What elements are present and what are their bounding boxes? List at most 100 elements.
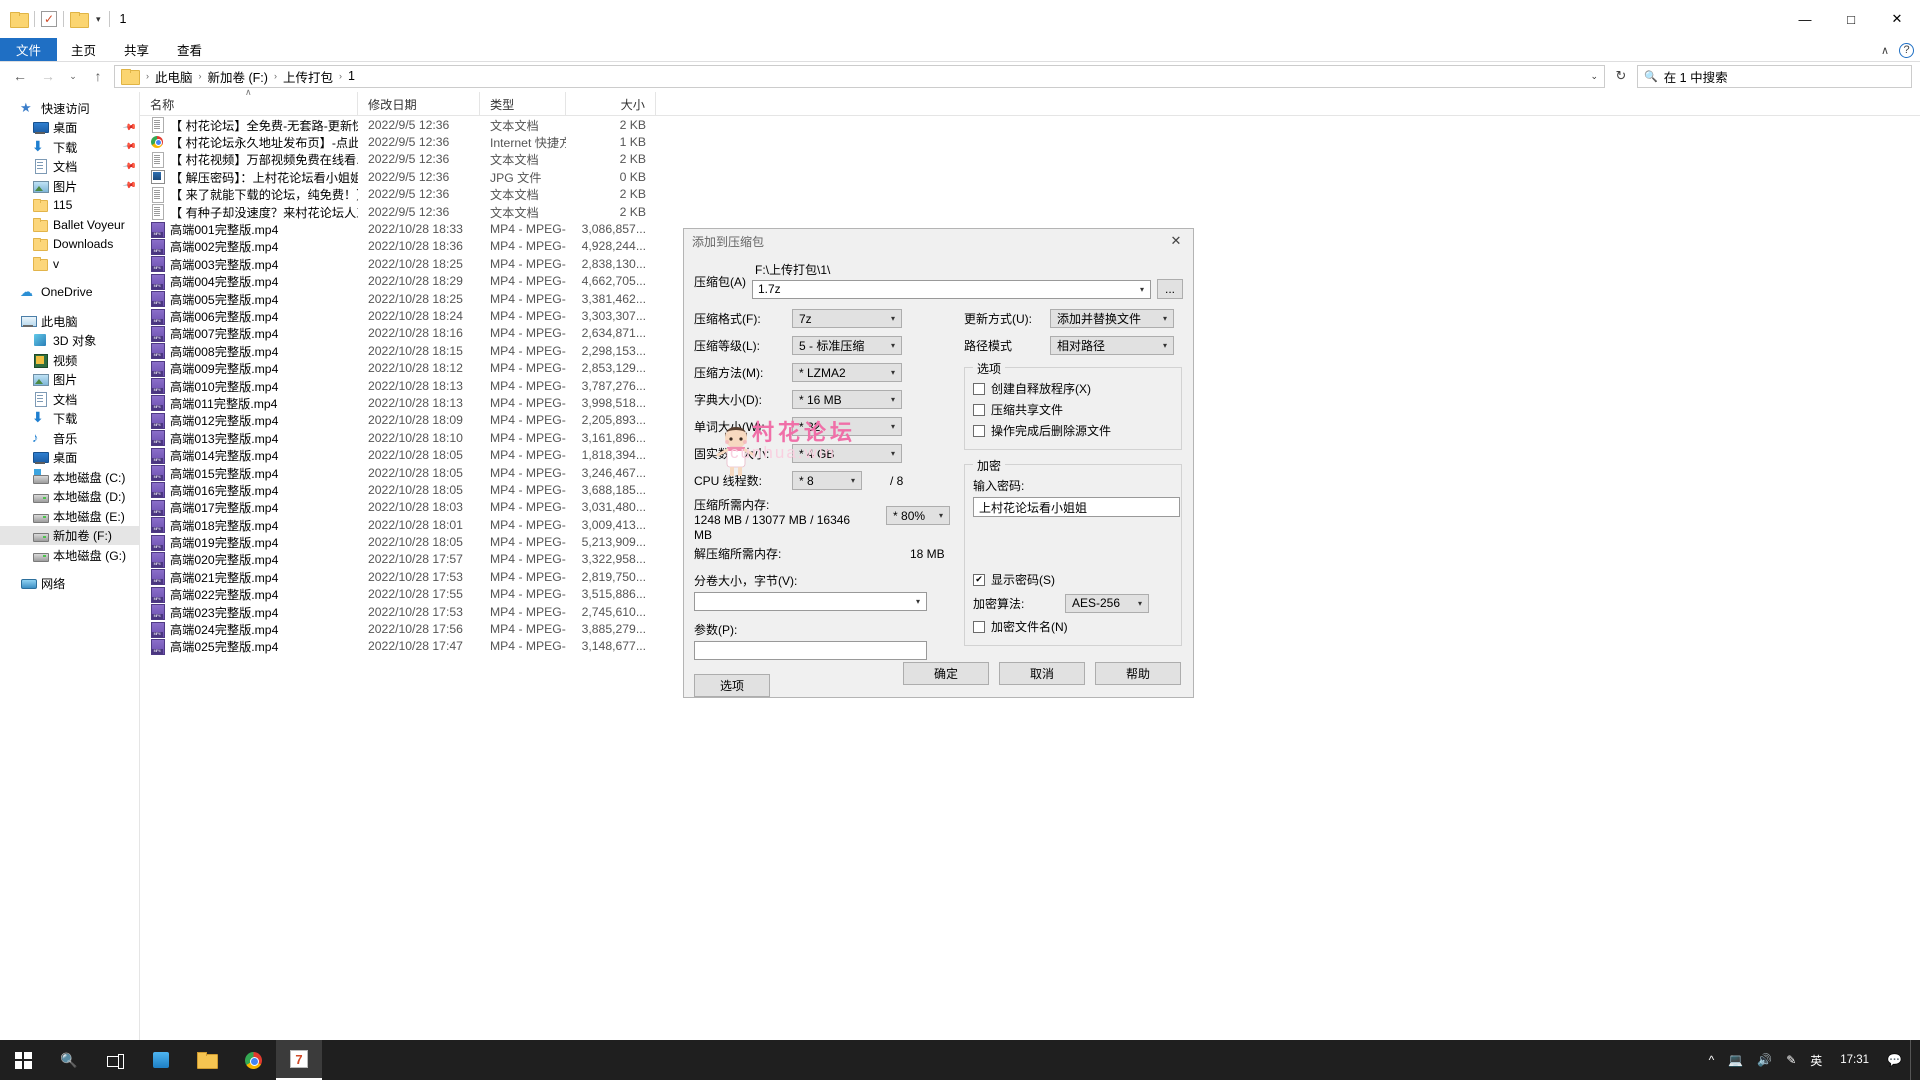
taskbar-store-button[interactable] — [138, 1040, 184, 1080]
column-header-date[interactable]: 修改日期 — [358, 92, 480, 116]
properties-icon[interactable]: ✓ — [41, 11, 57, 27]
tab-file[interactable]: 文件 — [0, 38, 57, 61]
network-icon[interactable]: 💻 — [1722, 1040, 1749, 1080]
pen-icon[interactable]: ✎ — [1780, 1040, 1802, 1080]
breadcrumb-item-upload[interactable]: 上传打包 — [280, 67, 336, 86]
forward-button[interactable]: → — [36, 65, 60, 87]
help-icon[interactable]: ? — [1899, 43, 1914, 58]
word-size-select[interactable]: * 32 ▾ — [792, 417, 902, 436]
tab-view[interactable]: 查看 — [163, 38, 216, 61]
close-button[interactable]: ✕ — [1874, 0, 1920, 38]
pin-icon[interactable]: 📌 — [122, 139, 138, 155]
start-button[interactable] — [0, 1040, 46, 1080]
sidebar-item-14[interactable]: 文档 — [0, 389, 139, 409]
sidebar-item-6[interactable]: Ballet Voyeur — [0, 215, 139, 235]
breadcrumb-item-1[interactable]: 1 — [345, 69, 358, 83]
table-row[interactable]: 【 村花论坛】全免费-无套路-更新快.txt2022/9/5 12:36文本文档… — [140, 116, 1920, 133]
table-row[interactable]: 【 有种子却没速度？来村花论坛人工加...2022/9/5 12:36文本文档2… — [140, 203, 1920, 220]
password-input[interactable]: 上村花论坛看小姐姐 — [973, 497, 1180, 517]
encrypt-filenames-checkbox[interactable] — [973, 621, 985, 633]
sidebar-item-5[interactable]: 115 — [0, 196, 139, 216]
ok-button[interactable]: 确定 — [903, 662, 989, 685]
sidebar-item-9[interactable]: ☁OneDrive — [0, 283, 139, 303]
volume-icon[interactable]: 🔊 — [1751, 1040, 1778, 1080]
up-button[interactable]: ↑ — [86, 65, 110, 87]
navigation-pane[interactable]: ★快速访问桌面📌⬇下载📌文档📌图片📌115Ballet VoyeurDownlo… — [0, 92, 140, 1056]
sidebar-item-10[interactable]: 此电脑 — [0, 311, 139, 331]
sidebar-item-1[interactable]: 桌面📌 — [0, 118, 139, 138]
pin-icon[interactable]: 📌 — [122, 119, 138, 135]
table-row[interactable]: 【 村花论坛永久地址发布页】-点此打开2022/9/5 12:36Interne… — [140, 133, 1920, 150]
sfx-checkbox[interactable] — [973, 383, 985, 395]
memory-percent-select[interactable]: * 80% ▾ — [886, 506, 950, 525]
delete-after-checkbox[interactable] — [973, 425, 985, 437]
sidebar-item-2[interactable]: ⬇下载📌 — [0, 137, 139, 157]
solid-block-select[interactable]: * 4 GB ▾ — [792, 444, 902, 463]
sidebar-item-23[interactable]: 网络 — [0, 574, 139, 594]
collapse-ribbon-icon[interactable]: ∧ — [1881, 44, 1889, 57]
dictionary-select[interactable]: * 16 MB ▾ — [792, 390, 902, 409]
table-row[interactable]: 【 村花视频】万部视频免费在线看.txt2022/9/5 12:36文本文档2 … — [140, 151, 1920, 168]
taskbar-explorer-button[interactable] — [184, 1040, 230, 1080]
chevron-down-icon[interactable]: ▾ — [1140, 285, 1148, 294]
delete-after-checkbox-row[interactable]: 操作完成后删除源文件 — [973, 420, 1173, 441]
pin-icon[interactable]: 📌 — [122, 158, 138, 174]
taskbar-search-button[interactable]: 🔍 — [46, 1040, 92, 1080]
sidebar-item-7[interactable]: Downloads — [0, 235, 139, 255]
level-select[interactable]: 5 - 标准压缩 ▾ — [792, 336, 902, 355]
task-view-button[interactable] — [92, 1040, 138, 1080]
ime-indicator[interactable]: 英 — [1804, 1040, 1828, 1080]
cancel-button[interactable]: 取消 — [999, 662, 1085, 685]
algorithm-select[interactable]: AES-256 ▾ — [1065, 594, 1149, 613]
table-row[interactable]: 【 解压密码】：上村花论坛看小姐姐.jpg2022/9/5 12:36JPG 文… — [140, 168, 1920, 185]
browse-button[interactable]: ... — [1157, 279, 1183, 299]
taskbar-chrome-button[interactable] — [230, 1040, 276, 1080]
options-button[interactable]: 选项 — [694, 674, 770, 697]
split-size-select[interactable]: ▾ — [694, 592, 927, 611]
help-button[interactable]: 帮助 — [1095, 662, 1181, 685]
threads-select[interactable]: * 8 ▾ — [792, 471, 862, 490]
chevron-up-icon[interactable]: ^ — [1703, 1040, 1721, 1080]
breadcrumb-item-this-pc[interactable]: 此电脑 — [152, 67, 196, 86]
pin-icon[interactable]: 📌 — [122, 178, 138, 194]
sidebar-item-20[interactable]: 本地磁盘 (E:) — [0, 506, 139, 526]
show-desktop-button[interactable] — [1910, 1040, 1916, 1080]
sidebar-item-11[interactable]: 3D 对象 — [0, 331, 139, 351]
refresh-button[interactable]: ↻ — [1609, 65, 1633, 88]
sidebar-item-13[interactable]: 图片 — [0, 370, 139, 390]
sidebar-item-12[interactable]: 视频 — [0, 350, 139, 370]
archive-name-input[interactable]: 1.7z ▾ — [752, 280, 1151, 299]
show-password-checkbox[interactable] — [973, 574, 985, 586]
back-button[interactable]: ← — [8, 65, 32, 87]
search-input[interactable]: 🔍 在 1 中搜索 — [1637, 65, 1912, 88]
show-password-row[interactable]: 显示密码(S) — [973, 569, 1173, 590]
sidebar-item-22[interactable]: 本地磁盘 (G:) — [0, 545, 139, 565]
sidebar-item-0[interactable]: ★快速访问 — [0, 98, 139, 118]
column-header-name[interactable]: 名称 ∧ — [140, 92, 358, 116]
path-mode-select[interactable]: 相对路径 ▾ — [1050, 336, 1174, 355]
clock[interactable]: 17:31 — [1830, 1040, 1879, 1080]
breadcrumb-item-drive-f[interactable]: 新加卷 (F:) — [205, 67, 271, 86]
minimize-button[interactable]: — — [1782, 0, 1828, 38]
tab-share[interactable]: 共享 — [110, 38, 163, 61]
shared-files-checkbox-row[interactable]: 压缩共享文件 — [973, 399, 1173, 420]
format-select[interactable]: 7z ▾ — [792, 309, 902, 328]
table-row[interactable]: 【 来了就能下载的论坛，纯免费！】.txt2022/9/5 12:36文本文档2… — [140, 186, 1920, 203]
parameters-input[interactable] — [694, 641, 927, 660]
sfx-checkbox-row[interactable]: 创建自释放程序(X) — [973, 378, 1173, 399]
breadcrumb[interactable]: › 此电脑 › 新加卷 (F:) › 上传打包 › 1 ⌄ — [114, 65, 1605, 88]
folder-icon[interactable] — [10, 12, 28, 27]
method-select[interactable]: * LZMA2 ▾ — [792, 363, 902, 382]
dialog-close-button[interactable]: ✕ — [1159, 229, 1193, 253]
shared-files-checkbox[interactable] — [973, 404, 985, 416]
sidebar-item-4[interactable]: 图片📌 — [0, 176, 139, 196]
sidebar-item-3[interactable]: 文档📌 — [0, 157, 139, 177]
maximize-button[interactable]: □ — [1828, 0, 1874, 38]
column-header-size[interactable]: 大小 — [566, 92, 656, 116]
sidebar-item-19[interactable]: 本地磁盘 (D:) — [0, 487, 139, 507]
sidebar-item-17[interactable]: 桌面 — [0, 448, 139, 468]
sidebar-item-21[interactable]: 新加卷 (F:) — [0, 526, 139, 546]
taskbar-7zip-button[interactable] — [276, 1040, 322, 1080]
encrypt-names-row[interactable]: 加密文件名(N) — [973, 616, 1173, 637]
sidebar-item-16[interactable]: ♪音乐 — [0, 428, 139, 448]
